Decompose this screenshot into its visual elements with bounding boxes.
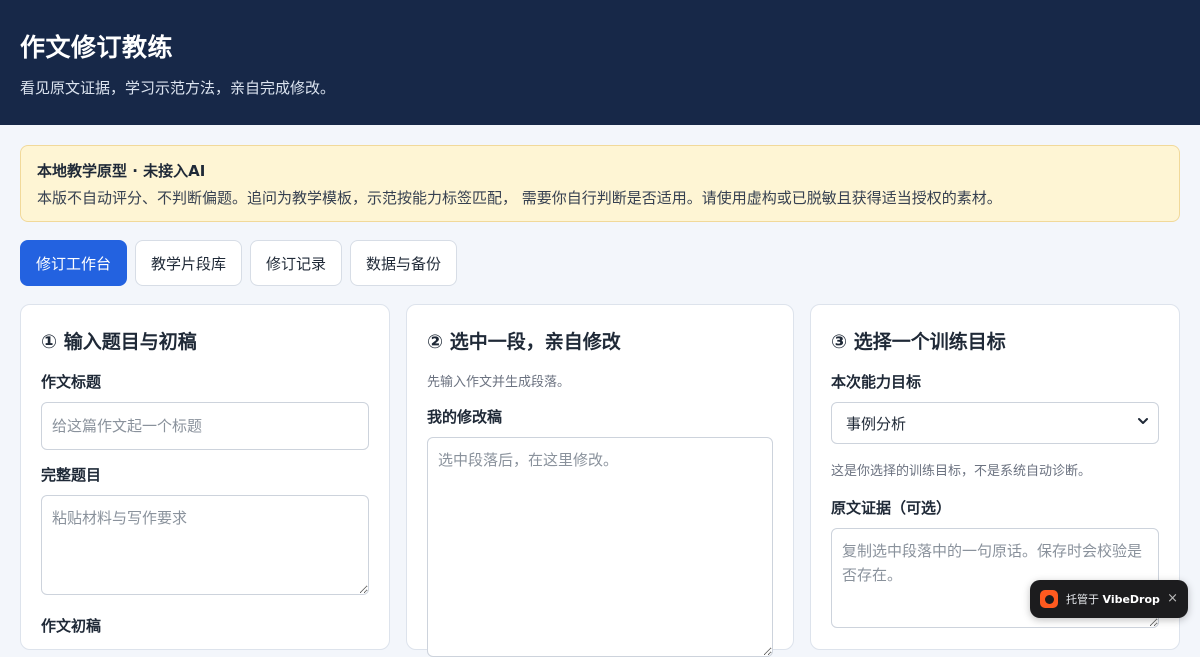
hosted-badge[interactable]: 托管于 VibeDrop × xyxy=(1030,580,1188,618)
badge-text: 托管于 VibeDrop xyxy=(1066,593,1160,606)
close-icon[interactable]: × xyxy=(1167,591,1178,606)
step1-card: ① 输入题目与初稿 作文标题 完整题目 作文初稿 xyxy=(20,304,390,650)
essay-title-label: 作文标题 xyxy=(41,373,102,391)
app-header: 作文修订教练 看见原文证据，学习示范方法，亲自完成修改。 xyxy=(0,0,1200,125)
step2-heading: ② 选中一段，亲自修改 xyxy=(427,331,621,353)
tab-data-backup[interactable]: 数据与备份 xyxy=(350,240,458,286)
step2-card: ② 选中一段，亲自修改 先输入作文并生成段落。 我的修改稿 xyxy=(406,304,794,657)
notice-title: 本地教学原型 · 未接入AI xyxy=(37,162,206,180)
app-subtitle: 看见原文证据，学习示范方法，亲自完成修改。 xyxy=(20,79,336,97)
tab-revision-workbench[interactable]: 修订工作台 xyxy=(20,240,128,286)
vibedrop-logo-icon xyxy=(1040,590,1058,608)
step1-heading: ① 输入题目与初稿 xyxy=(41,331,197,353)
goal-select-value: 事例分析 xyxy=(846,414,907,433)
prototype-notice: 本地教学原型 · 未接入AI 本版不自动评分、不判断偏题。追问为教学模板，示范按… xyxy=(20,145,1180,222)
draft-label: 作文初稿 xyxy=(41,617,102,635)
full-prompt-textarea[interactable] xyxy=(41,495,369,595)
evidence-label: 原文证据（可选） xyxy=(831,499,952,517)
my-revision-label: 我的修改稿 xyxy=(427,408,503,426)
goal-hint: 这是你选择的训练目标，不是系统自动诊断。 xyxy=(831,464,1092,479)
step2-hint: 先输入作文并生成段落。 xyxy=(427,375,571,390)
goal-label: 本次能力目标 xyxy=(831,373,922,391)
tab-revision-history[interactable]: 修订记录 xyxy=(250,240,343,286)
step3-heading: ③ 选择一个训练目标 xyxy=(831,331,1006,353)
app-title: 作文修订教练 xyxy=(20,33,174,62)
essay-title-input[interactable] xyxy=(41,402,369,450)
main-tabs: 修订工作台 教学片段库 修订记录 数据与备份 xyxy=(20,240,458,286)
tab-teaching-snippets[interactable]: 教学片段库 xyxy=(135,240,243,286)
full-prompt-label: 完整题目 xyxy=(41,466,102,484)
notice-body: 本版不自动评分、不判断偏题。追问为教学模板，示范按能力标签匹配， 需要你自行判断… xyxy=(37,189,1002,207)
my-revision-textarea[interactable] xyxy=(427,437,773,657)
goal-select[interactable]: 事例分析 xyxy=(831,402,1159,444)
chevron-down-icon xyxy=(1136,414,1150,432)
